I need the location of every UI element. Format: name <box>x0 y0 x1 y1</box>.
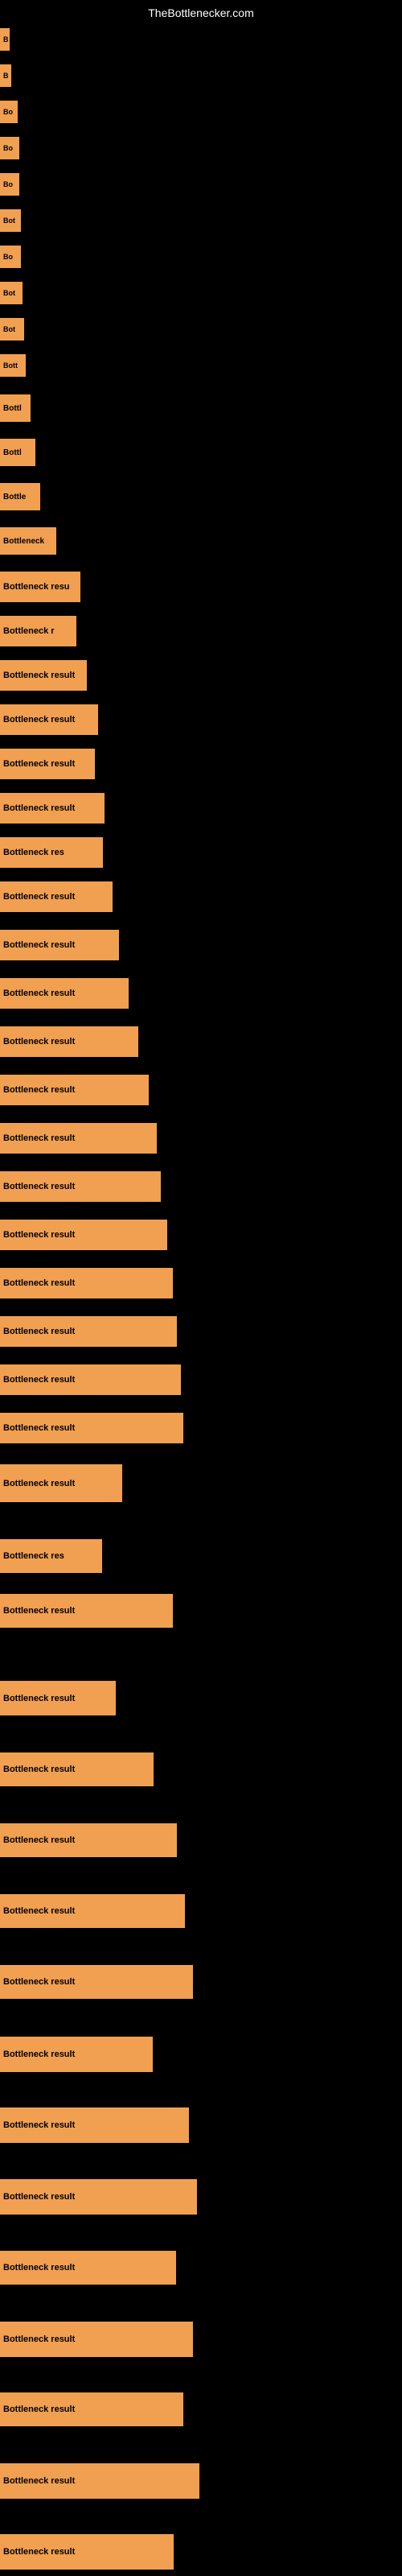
bar-label: Bottleneck result <box>0 2107 189 2143</box>
bar-item: Bottleneck result <box>0 1823 177 1857</box>
bar-label: Bottleneck result <box>0 930 119 960</box>
bar-label: Bottleneck result <box>0 1681 116 1715</box>
bar-item: Bottleneck result <box>0 1026 138 1057</box>
bar-label: Bo <box>0 101 18 123</box>
bar-label: Bottleneck result <box>0 704 98 735</box>
bar-label: Bottleneck result <box>0 1594 173 1628</box>
bar-item: Bottleneck result <box>0 1364 181 1395</box>
bar-label: Bottleneck result <box>0 1075 149 1105</box>
bar-item: Bott <box>0 354 26 377</box>
bar-label: Bottleneck result <box>0 1823 177 1857</box>
bar-label: Bottl <box>0 439 35 466</box>
bar-item: B <box>0 64 11 87</box>
bar-item: B <box>0 28 10 51</box>
bar-label: B <box>0 28 10 51</box>
bar-item: Bottleneck result <box>0 704 98 735</box>
bar-item: Bot <box>0 282 23 304</box>
bar-item: Bottleneck result <box>0 1220 167 1250</box>
bar-item: Bo <box>0 101 18 123</box>
bar-item: Bottleneck result <box>0 1752 154 1786</box>
bar-item: Bottleneck result <box>0 881 113 912</box>
bar-item: Bottleneck result <box>0 978 129 1009</box>
bar-label: B <box>0 64 11 87</box>
bar-label: Bottleneck result <box>0 2392 183 2426</box>
bar-item: Bottleneck result <box>0 2251 176 2285</box>
bar-item: Bottleneck result <box>0 2107 189 2143</box>
bar-item: Bottl <box>0 394 31 422</box>
bar-label: Bot <box>0 209 21 232</box>
bar-label: Bottleneck result <box>0 749 95 779</box>
bar-item: Bottleneck result <box>0 930 119 960</box>
bar-item: Bottleneck res <box>0 837 103 868</box>
bar-item: Bottl <box>0 439 35 466</box>
bar-label: Bottleneck result <box>0 2463 199 2499</box>
bar-label: Bottleneck result <box>0 1364 181 1395</box>
bar-label: Bottleneck result <box>0 2179 197 2215</box>
bar-label: Bottleneck result <box>0 660 87 691</box>
bar-label: Bo <box>0 246 21 268</box>
bar-item: Bot <box>0 209 21 232</box>
bar-label: Bottleneck resu <box>0 572 80 602</box>
bar-label: Bottleneck result <box>0 1123 157 1154</box>
bar-label: Bottleneck result <box>0 1171 161 1202</box>
bar-label: Bottleneck result <box>0 1026 138 1057</box>
bar-item: Bottleneck result <box>0 1464 122 1502</box>
bar-item: Bottleneck result <box>0 1123 157 1154</box>
bar-label: Bottleneck result <box>0 1413 183 1443</box>
bar-item: Bottleneck result <box>0 2534 174 2570</box>
site-title: TheBottlenecker.com <box>148 6 254 19</box>
bar-item: Bottleneck result <box>0 1594 173 1628</box>
bar-item: Bottleneck <box>0 527 56 555</box>
bar-item: Bottleneck result <box>0 1316 177 1347</box>
bar-item: Bottleneck result <box>0 1413 183 1443</box>
bar-label: Bottleneck result <box>0 1316 177 1347</box>
bar-item: Bottleneck result <box>0 660 87 691</box>
bar-item: Bo <box>0 173 19 196</box>
bar-item: Bottleneck result <box>0 1681 116 1715</box>
bar-item: Bottleneck result <box>0 2463 199 2499</box>
bar-item: Bottleneck result <box>0 1268 173 1298</box>
bar-label: Bottleneck r <box>0 616 76 646</box>
bar-label: Bottleneck result <box>0 1268 173 1298</box>
bar-item: Bot <box>0 318 24 341</box>
bar-item: Bo <box>0 246 21 268</box>
bar-item: Bottleneck result <box>0 1894 185 1928</box>
bar-label: Bot <box>0 318 24 341</box>
bar-label: Bo <box>0 173 19 196</box>
bar-label: Bo <box>0 137 19 159</box>
bar-label: Bottleneck result <box>0 978 129 1009</box>
bar-item: Bottleneck result <box>0 749 95 779</box>
bar-label: Bottleneck result <box>0 2037 153 2072</box>
bar-item: Bo <box>0 137 19 159</box>
bar-item: Bottleneck r <box>0 616 76 646</box>
bar-label: Bottleneck result <box>0 1965 193 1999</box>
bar-label: Bottleneck result <box>0 793 105 824</box>
bar-item: Bottleneck result <box>0 2179 197 2215</box>
bar-label: Bot <box>0 282 23 304</box>
bar-item: Bottleneck result <box>0 2392 183 2426</box>
bar-label: Bottleneck <box>0 527 56 555</box>
bar-label: Bottleneck result <box>0 2322 193 2357</box>
bar-item: Bottleneck res <box>0 1539 102 1573</box>
bar-item: Bottleneck result <box>0 1965 193 1999</box>
bar-label: Bottle <box>0 483 40 510</box>
bar-label: Bottl <box>0 394 31 422</box>
bar-label: Bottleneck result <box>0 2534 174 2570</box>
bar-label: Bottleneck result <box>0 1894 185 1928</box>
bar-item: Bottleneck resu <box>0 572 80 602</box>
bar-label: Bottleneck res <box>0 837 103 868</box>
bar-label: Bottleneck result <box>0 2251 176 2285</box>
bar-label: Bottleneck res <box>0 1539 102 1573</box>
bar-label: Bottleneck result <box>0 1752 154 1786</box>
bar-item: Bottleneck result <box>0 2322 193 2357</box>
bar-label: Bottleneck result <box>0 881 113 912</box>
bar-item: Bottleneck result <box>0 1171 161 1202</box>
bar-label: Bott <box>0 354 26 377</box>
bar-item: Bottleneck result <box>0 793 105 824</box>
bar-label: Bottleneck result <box>0 1464 122 1502</box>
bar-item: Bottleneck result <box>0 1075 149 1105</box>
bar-item: Bottle <box>0 483 40 510</box>
bar-label: Bottleneck result <box>0 1220 167 1250</box>
bar-item: Bottleneck result <box>0 2037 153 2072</box>
